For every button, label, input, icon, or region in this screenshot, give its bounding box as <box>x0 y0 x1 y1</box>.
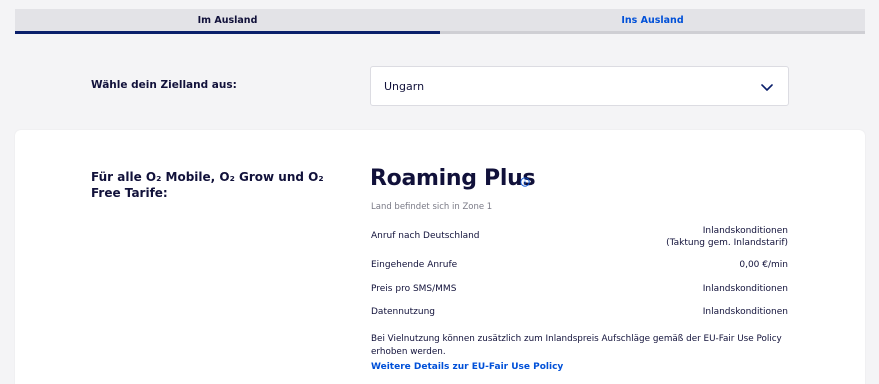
fair-use-policy-link[interactable]: Weitere Details zur EU-Fair Use Policy <box>371 362 563 372</box>
applies-to-text: Für alle O₂ Mobile, O₂ Grow und O₂ Free … <box>91 170 324 200</box>
country-select[interactable]: Ungarn <box>370 66 789 106</box>
fair-use-note: Bei Vielnutzung können zusätzlich zum In… <box>371 334 782 357</box>
row-label-incoming-calls: Eingehende Anrufe <box>371 260 458 270</box>
row-label-data-usage: Datennutzung <box>371 307 435 317</box>
country-select-value: Ungarn <box>384 79 425 93</box>
row-value-line: (Taktung gem. Inlandstarif) <box>666 238 788 248</box>
plan-title: Roaming Plus <box>370 166 536 191</box>
tab-ins-ausland[interactable]: Ins Ausland <box>440 9 865 34</box>
info-icon[interactable] <box>520 177 530 187</box>
tab-im-ausland[interactable]: Im Ausland <box>15 9 440 34</box>
chevron-down-icon <box>761 84 773 91</box>
row-value-incoming-calls: 0,00 €/min <box>739 260 788 270</box>
row-value-call-germany: Inlandskonditionen (Taktung gem. Inlands… <box>666 225 788 249</box>
destination-label: Wähle dein Zielland aus: <box>91 79 237 91</box>
row-value-sms-mms: Inlandskonditionen <box>702 284 788 294</box>
zone-note: Land befindet sich in Zone 1 <box>371 202 493 212</box>
row-label-call-germany: Anruf nach Deutschland <box>371 231 480 241</box>
row-value-line: Inlandskonditionen <box>702 226 788 236</box>
row-label-sms-mms: Preis pro SMS/MMS <box>371 284 457 294</box>
tab-bar: Im Ausland Ins Ausland <box>15 9 865 34</box>
row-value-data-usage: Inlandskonditionen <box>702 307 788 317</box>
